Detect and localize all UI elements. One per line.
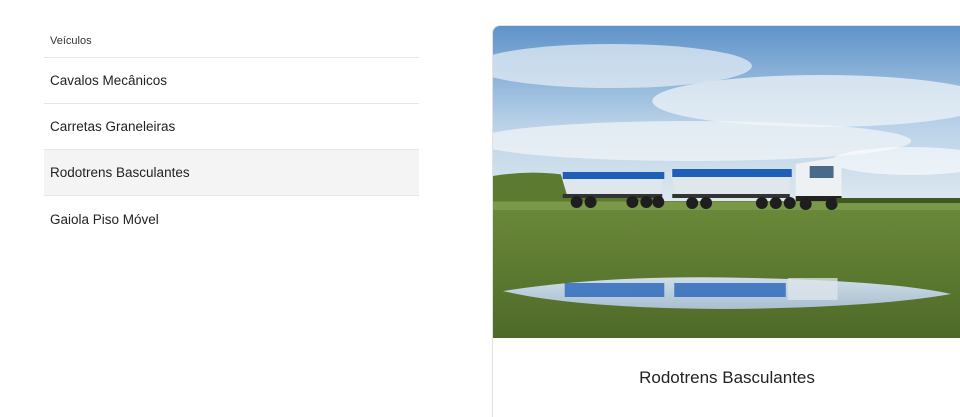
menu-item-carretas-graneleiras[interactable]: Carretas Graneleiras bbox=[44, 104, 419, 150]
vehicle-menu: Veículos Cavalos Mecânicos Carretas Gran… bbox=[44, 28, 419, 242]
card-title: Rodotrens Basculantes bbox=[639, 368, 815, 387]
menu-heading: Veículos bbox=[44, 28, 419, 58]
vehicle-card[interactable]: Rodotrens Basculantes bbox=[492, 25, 960, 417]
truck-photo bbox=[493, 26, 960, 338]
menu-item-rodotrens-basculantes[interactable]: Rodotrens Basculantes bbox=[44, 150, 419, 196]
page: Veículos Cavalos Mecânicos Carretas Gran… bbox=[0, 0, 960, 417]
menu-item-gaiola-piso-movel[interactable]: Gaiola Piso Móvel bbox=[44, 196, 419, 242]
menu-item-cavalos-mecanicos[interactable]: Cavalos Mecânicos bbox=[44, 58, 419, 104]
